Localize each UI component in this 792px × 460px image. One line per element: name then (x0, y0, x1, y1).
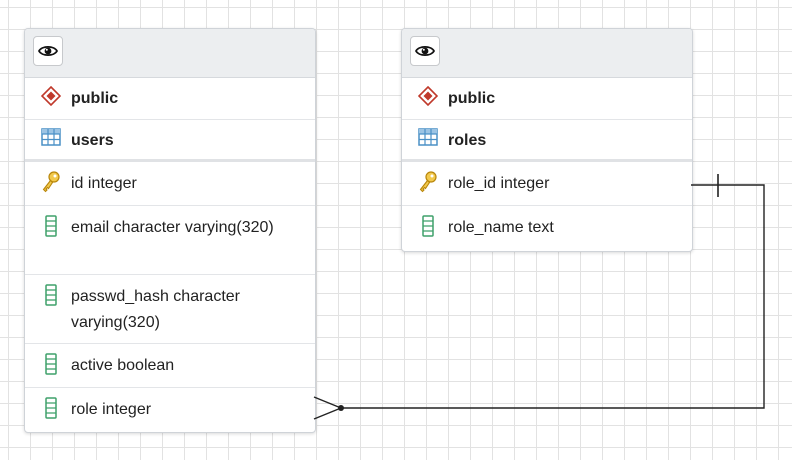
relationship-link[interactable] (0, 0, 792, 460)
crow-foot-marker (313, 396, 344, 420)
erd-canvas[interactable]: public users id integer email character … (0, 0, 792, 460)
relationship-line[interactable] (341, 184, 765, 409)
